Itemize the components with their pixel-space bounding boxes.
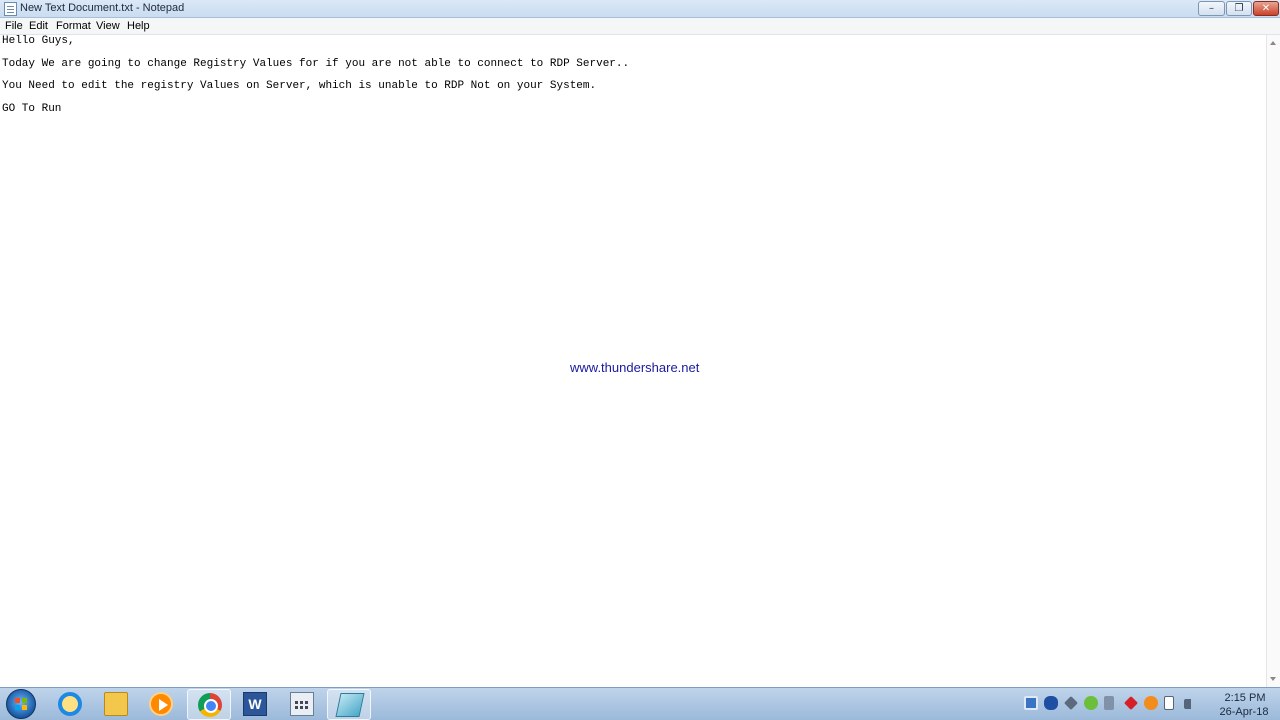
menu-bar: File Edit Format View Help — [0, 18, 1280, 35]
taskbar-app-media[interactable] — [139, 689, 183, 720]
windows-start-icon[interactable] — [6, 689, 36, 719]
signal-icon[interactable] — [1184, 699, 1198, 709]
app-tray-icon[interactable] — [1144, 696, 1158, 710]
display-icon[interactable] — [1024, 696, 1038, 710]
title-bar: New Text Document.txt - Notepad – ❐ ✕ — [0, 0, 1280, 18]
notepad-icon — [335, 693, 365, 717]
network-device-icon[interactable] — [1064, 696, 1078, 710]
taskbar-app-explorer[interactable] — [94, 689, 138, 720]
vertical-scrollbar[interactable] — [1266, 35, 1280, 687]
clock-date[interactable]: 26-Apr-18 — [1212, 706, 1276, 718]
restore-icon: ❐ — [1234, 3, 1244, 14]
taskbar-app-notepad[interactable] — [327, 689, 371, 720]
editor-line: Hello Guys, — [2, 35, 75, 47]
notepad-app-icon[interactable] — [4, 2, 17, 16]
antivirus-icon[interactable] — [1124, 696, 1138, 710]
bluetooth-icon[interactable] — [1044, 696, 1058, 710]
file-explorer-icon — [104, 692, 128, 716]
clock-time[interactable]: 2:15 PM — [1215, 692, 1275, 704]
taskbar-app-calculator[interactable] — [280, 689, 324, 720]
scroll-down-icon[interactable] — [1270, 677, 1276, 681]
minimize-icon: – — [1209, 3, 1214, 14]
taskbar-app-chrome[interactable] — [187, 689, 231, 720]
window-title: New Text Document.txt - Notepad — [20, 2, 185, 14]
calculator-icon — [290, 692, 314, 716]
scroll-up-icon[interactable] — [1270, 41, 1276, 45]
menu-file[interactable]: File — [5, 20, 23, 32]
taskbar: W — [0, 687, 1280, 720]
volume-icon[interactable] — [1104, 696, 1114, 710]
menu-edit[interactable]: Edit — [29, 20, 48, 32]
utorrent-icon[interactable] — [1084, 696, 1098, 710]
minimize-button[interactable]: – — [1198, 1, 1225, 16]
media-player-icon — [149, 692, 173, 716]
editor-line: You Need to edit the registry Values on … — [2, 80, 597, 92]
internet-explorer-icon — [58, 692, 82, 716]
taskbar-app-word[interactable]: W — [233, 689, 277, 720]
close-icon: ✕ — [1261, 3, 1271, 14]
editor-line: GO To Run — [2, 103, 62, 115]
action-center-flag-icon[interactable] — [1164, 696, 1174, 710]
close-button[interactable]: ✕ — [1253, 1, 1279, 16]
menu-help[interactable]: Help — [127, 20, 150, 32]
menu-view[interactable]: View — [96, 20, 120, 32]
taskbar-app-ie[interactable] — [48, 689, 92, 720]
maximize-button[interactable]: ❐ — [1226, 1, 1252, 16]
watermark-text: www.thundershare.net — [570, 360, 700, 375]
menu-format[interactable]: Format — [56, 20, 91, 32]
chrome-icon — [198, 693, 222, 717]
editor-line: Today We are going to change Registry Va… — [2, 58, 630, 70]
word-icon: W — [243, 692, 267, 716]
